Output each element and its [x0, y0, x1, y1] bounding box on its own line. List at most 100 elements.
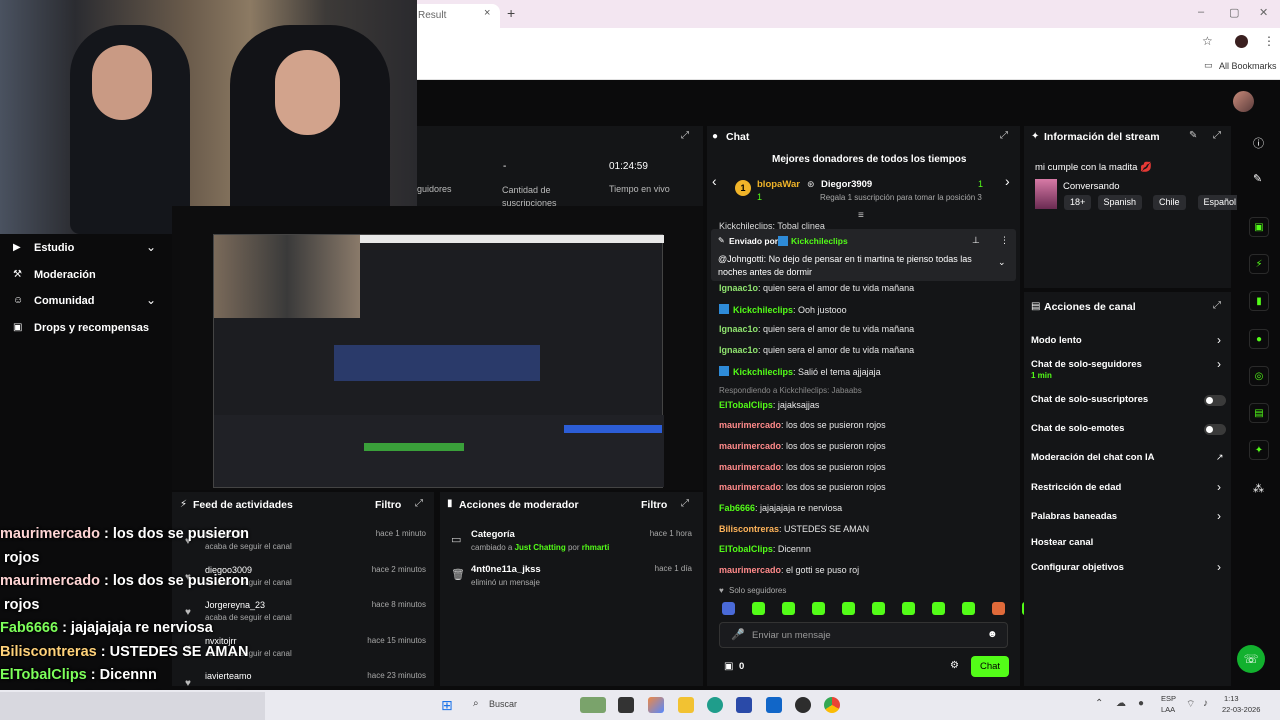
- store-icon[interactable]: [736, 697, 752, 713]
- stream-tag[interactable]: Chile: [1153, 195, 1186, 210]
- stream-tag[interactable]: Spanish: [1097, 195, 1143, 210]
- chat-username[interactable]: ElTobalClips: [719, 544, 773, 554]
- chevron-right-icon[interactable]: ›: [1217, 480, 1221, 494]
- chat-popout-icon[interactable]: ⤢: [1000, 130, 1008, 141]
- chat-username[interactable]: maurimercado: [719, 482, 781, 492]
- channel-action-label[interactable]: Hostear canal: [1031, 537, 1093, 548]
- channel-action-label[interactable]: Moderación del chat con IA: [1031, 452, 1155, 463]
- user-avatar[interactable]: [1233, 91, 1254, 112]
- popout-icon[interactable]: ⤢: [681, 130, 689, 141]
- toggle-switch[interactable]: [1204, 395, 1226, 406]
- window-close-button[interactable]: ✕: [1259, 6, 1268, 19]
- window-minimize-button[interactable]: –: [1198, 6, 1204, 18]
- stream-tag[interactable]: Español: [1197, 195, 1243, 210]
- lang-top[interactable]: ESP: [1161, 694, 1176, 703]
- collapse-icon[interactable]: ≡: [858, 210, 864, 221]
- activity-user[interactable]: iavierteamo: [205, 671, 252, 681]
- chat-username[interactable]: Biliscontreras: [719, 524, 779, 534]
- windows-start-icon[interactable]: ⊞: [441, 697, 453, 714]
- channel-action-label[interactable]: Palabras baneadas: [1031, 511, 1117, 522]
- pinned-user[interactable]: Kickchileclips: [791, 236, 848, 246]
- emote-icon[interactable]: [842, 602, 855, 615]
- rail-list-icon[interactable]: ▤: [1249, 403, 1269, 423]
- channel-action-label[interactable]: Restricción de edad: [1031, 482, 1121, 493]
- clock-date[interactable]: 22-03-2026: [1222, 705, 1260, 714]
- mod-action-by[interactable]: rhmarti: [582, 543, 610, 552]
- rail-plugins-icon[interactable]: ⁂: [1253, 482, 1264, 495]
- chat-username[interactable]: maurimercado: [719, 462, 781, 472]
- wifi-icon[interactable]: ⌔: [1186, 698, 1195, 711]
- tray-cloud-icon[interactable]: ☁: [1116, 698, 1126, 709]
- taskbar-widget-icon[interactable]: [580, 697, 606, 713]
- chevron-right-icon[interactable]: ›: [1005, 173, 1010, 189]
- chat-username[interactable]: Fab6666: [719, 503, 755, 513]
- sidebar-item-label[interactable]: Moderación: [34, 269, 96, 281]
- chevron-down-icon[interactable]: ⌄: [146, 240, 156, 254]
- all-bookmarks-link[interactable]: All Bookmarks: [1219, 61, 1277, 71]
- external-link-icon[interactable]: ↗: [1216, 452, 1224, 463]
- clock-time[interactable]: 1:13: [1224, 694, 1239, 703]
- volume-icon[interactable]: ♪: [1203, 698, 1208, 709]
- emote-icon[interactable]: [752, 602, 765, 615]
- channel-action-label[interactable]: Modo lento: [1031, 335, 1082, 346]
- chat-username[interactable]: Kickchileclips: [733, 305, 793, 315]
- mod-popout-icon[interactable]: ⤢: [681, 498, 689, 509]
- rail-bolt-icon[interactable]: ⚡: [1249, 254, 1269, 274]
- donor2-name[interactable]: Diegor3909: [821, 179, 872, 190]
- chat-username[interactable]: Ignaac1o: [719, 345, 758, 355]
- chat-settings-icon[interactable]: ⚙: [950, 660, 959, 671]
- category-name[interactable]: Conversando: [1063, 181, 1120, 192]
- channel-action-label[interactable]: Configurar objetivos: [1031, 562, 1124, 573]
- edge-icon[interactable]: [707, 697, 723, 713]
- chat-username[interactable]: Ignaac1o: [719, 283, 758, 293]
- obs-icon[interactable]: [795, 697, 811, 713]
- info-popout-icon[interactable]: ⤢: [1213, 130, 1221, 141]
- emote-icon[interactable]: [782, 602, 795, 615]
- channel-action-label[interactable]: Chat de solo-emotes: [1031, 423, 1124, 434]
- sidebar-item-label[interactable]: Comunidad: [34, 295, 95, 307]
- unpin-icon[interactable]: ⊥: [972, 235, 980, 246]
- chat-username[interactable]: maurimercado: [719, 420, 781, 430]
- chrome-icon[interactable]: [824, 697, 840, 713]
- channel-action-label[interactable]: Chat de solo-suscriptores: [1031, 394, 1148, 405]
- stream-tag[interactable]: 18+: [1064, 195, 1092, 210]
- chat-username[interactable]: maurimercado: [719, 441, 781, 451]
- activity-filter-button[interactable]: Filtro: [375, 499, 401, 511]
- emoji-icon[interactable]: ☻: [987, 629, 998, 640]
- rail-chat-icon[interactable]: ●: [1249, 329, 1269, 349]
- lang-bottom[interactable]: LAA: [1161, 705, 1175, 714]
- more-icon[interactable]: ⋮: [1000, 235, 1009, 246]
- emote-icon[interactable]: [932, 602, 945, 615]
- info-icon[interactable]: ⓘ: [1253, 135, 1264, 151]
- toggle-switch[interactable]: [1204, 424, 1226, 435]
- actions-popout-icon[interactable]: ⤢: [1213, 300, 1221, 311]
- activity-user[interactable]: Jorgereyna_23: [205, 600, 265, 610]
- chat-username[interactable]: ElTobalClips: [719, 400, 773, 410]
- chevron-left-icon[interactable]: ‹: [712, 173, 717, 189]
- tab-close-icon[interactable]: ×: [484, 7, 490, 19]
- bookmark-star-icon[interactable]: ☆: [1202, 34, 1213, 48]
- activity-popout-icon[interactable]: ⤢: [415, 498, 423, 509]
- mod-filter-button[interactable]: Filtro: [641, 499, 667, 511]
- expand-icon[interactable]: ⌄: [998, 257, 1006, 268]
- chevron-right-icon[interactable]: ›: [1217, 560, 1221, 574]
- send-chat-button[interactable]: Chat: [971, 656, 1009, 677]
- chat-username[interactable]: Ignaac1o: [719, 324, 758, 334]
- profile-avatar[interactable]: [1235, 35, 1248, 48]
- emote-icon[interactable]: [722, 602, 735, 615]
- emote-icon[interactable]: [962, 602, 975, 615]
- channel-action-label[interactable]: Chat de solo-seguidores: [1031, 359, 1142, 370]
- taskbar-search[interactable]: Buscar: [489, 699, 517, 709]
- mic-icon[interactable]: 🎤: [731, 628, 745, 641]
- rail-tools-icon[interactable]: ✦: [1249, 440, 1269, 460]
- sidebar-item-label[interactable]: Estudio: [34, 242, 74, 254]
- emote-icon[interactable]: [872, 602, 885, 615]
- emote-icon[interactable]: [902, 602, 915, 615]
- mod-action-highlight[interactable]: Just Chatting: [515, 543, 566, 552]
- emote-icon[interactable]: [992, 602, 1005, 615]
- emote-icon[interactable]: [812, 602, 825, 615]
- chat-username[interactable]: maurimercado: [719, 565, 781, 575]
- tray-chevron-icon[interactable]: ⌃: [1095, 698, 1103, 709]
- support-button-icon[interactable]: ☏: [1237, 645, 1265, 673]
- chevron-down-icon[interactable]: ⌄: [146, 293, 156, 307]
